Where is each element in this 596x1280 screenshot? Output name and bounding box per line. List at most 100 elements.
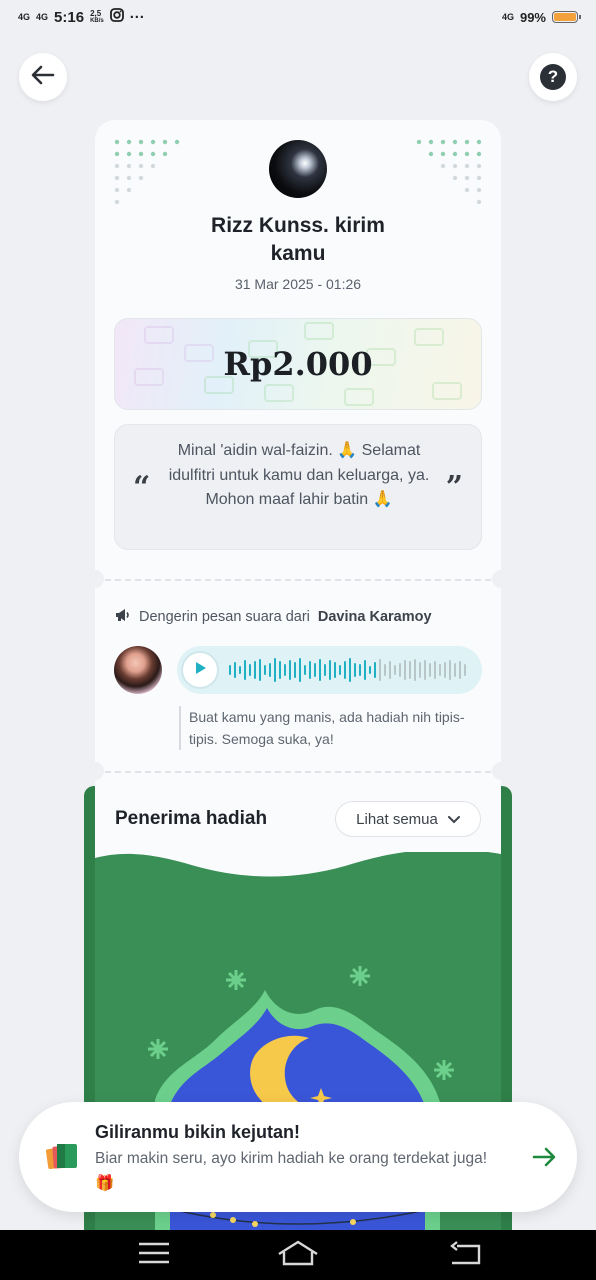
decorative-dot [138,139,144,145]
waveform-bar [424,660,426,680]
waveform-bar [389,661,391,679]
recent-apps-button[interactable] [137,1242,171,1268]
play-button[interactable] [181,651,219,689]
waveform-bar [254,661,256,679]
decorative-dot [428,139,434,145]
decorative-dot [150,163,156,169]
recipients-title: Penerima hadiah [115,808,268,829]
decorative-dot [150,139,156,145]
waveform-bar [384,664,386,676]
decorative-dot [476,187,482,193]
divider [95,771,501,773]
decorative-dot [126,187,132,193]
waveform-bar [459,661,461,679]
waveform-bar [314,663,316,677]
waveform-bar [289,660,291,680]
system-nav-bar [0,1230,596,1280]
arrow-right-icon[interactable] [529,1142,559,1172]
gift-date: 31 Mar 2025 - 01:26 [234,276,362,292]
decorative-dot [416,139,422,145]
waveform-bar [409,661,411,679]
waveform-bar [324,664,326,676]
waveform-bar [319,659,321,681]
play-icon [193,661,207,680]
decorative-dot [476,163,482,169]
divider [95,579,501,581]
audio-waveform[interactable] [229,656,469,684]
promo-text: Biar makin seru, ayo kirim hadiah ke ora… [95,1150,488,1192]
clock: 5:16 [54,8,85,26]
waveform-bar [279,661,281,679]
decorative-dot [162,151,168,157]
decorative-dot [440,163,446,169]
back-button[interactable] [19,53,67,101]
decorative-dot [162,139,168,145]
home-button[interactable] [276,1240,320,1271]
waveform-bar [404,660,406,680]
waveform-bar [449,660,451,680]
waveform-bar [344,661,346,679]
decorative-dot [114,139,120,145]
waveform-bar [239,666,241,674]
decorative-dot [440,139,446,145]
instagram-icon [109,8,124,26]
waveform-bar [349,658,351,682]
waveform-bar [369,666,371,674]
decorative-dot [464,175,470,181]
decorative-dot [138,175,144,181]
status-bar: 4G 4G 5:16 2,5 KB/s ··· 4G 99% [0,0,596,34]
decorative-dot [150,151,156,157]
voice-sender-name: Davina Karamoy [317,609,432,625]
waveform-bar [429,663,431,677]
chevron-down-icon [447,811,460,828]
ticket-notch [86,570,104,588]
decorative-dot [452,163,458,169]
decorative-dot [476,199,482,205]
decorative-dots [114,139,180,205]
decorative-dot [464,139,470,145]
message-box: “ Minal 'aidin wal-faizin. 🙏 Selamat idu… [114,424,482,550]
network-indicator-1: 4G [18,11,31,22]
waveform-bar [464,664,466,676]
decorative-dot [126,151,132,157]
gift-card: Rizz Kunss. kirim kamu 31 Mar 2025 - 01:… [86,120,510,800]
voice-message-label: Dengerin pesan suara dari Davina Karamoy [115,608,432,626]
battery-network-indicator: 4G [501,11,514,22]
waveform-bar [454,663,456,677]
waveform-bar [334,662,336,678]
megaphone-icon [115,608,131,626]
decorative-dot [174,139,180,145]
decorative-dot [476,151,482,157]
network-indicator-2: 4G [36,11,49,22]
waveform-bar [434,661,436,679]
decorative-dot [452,151,458,157]
decorative-dot [452,175,458,181]
voice-label-prefix: Dengerin pesan suara dari [139,609,310,625]
decorative-dot [452,139,458,145]
see-all-button[interactable]: Lihat semua [335,801,481,837]
help-button[interactable]: ? [529,53,577,101]
decorative-dot [464,151,470,157]
back-nav-icon [449,1240,481,1270]
send-gift-promo[interactable]: Giliranmu bikin kejutan! Biar makin seru… [19,1102,577,1212]
waveform-bar [359,664,361,676]
back-nav-button[interactable] [448,1240,482,1270]
decorative-dot [114,151,120,157]
gift-message: Minal 'aidin wal-faizin. 🙏 Selamat idulf… [168,442,430,508]
voice-sender-avatar [114,646,162,694]
decorative-dot [114,187,120,193]
waveform-bar [439,664,441,676]
waveform-bar [374,662,376,678]
home-icon [277,1240,319,1271]
audio-player[interactable] [177,646,482,694]
data-speed: 2,5 KB/s [90,9,104,25]
waveform-bar [284,664,286,676]
decorative-dot [114,163,120,169]
sender-line: Rizz Kunss. kirim kamu [211,214,385,265]
decorative-dot [476,175,482,181]
waveform-bar [414,659,416,681]
decorative-dot [464,187,470,193]
waveform-bar [329,660,331,680]
waveform-bar [229,665,231,675]
decorative-dot [126,163,132,169]
